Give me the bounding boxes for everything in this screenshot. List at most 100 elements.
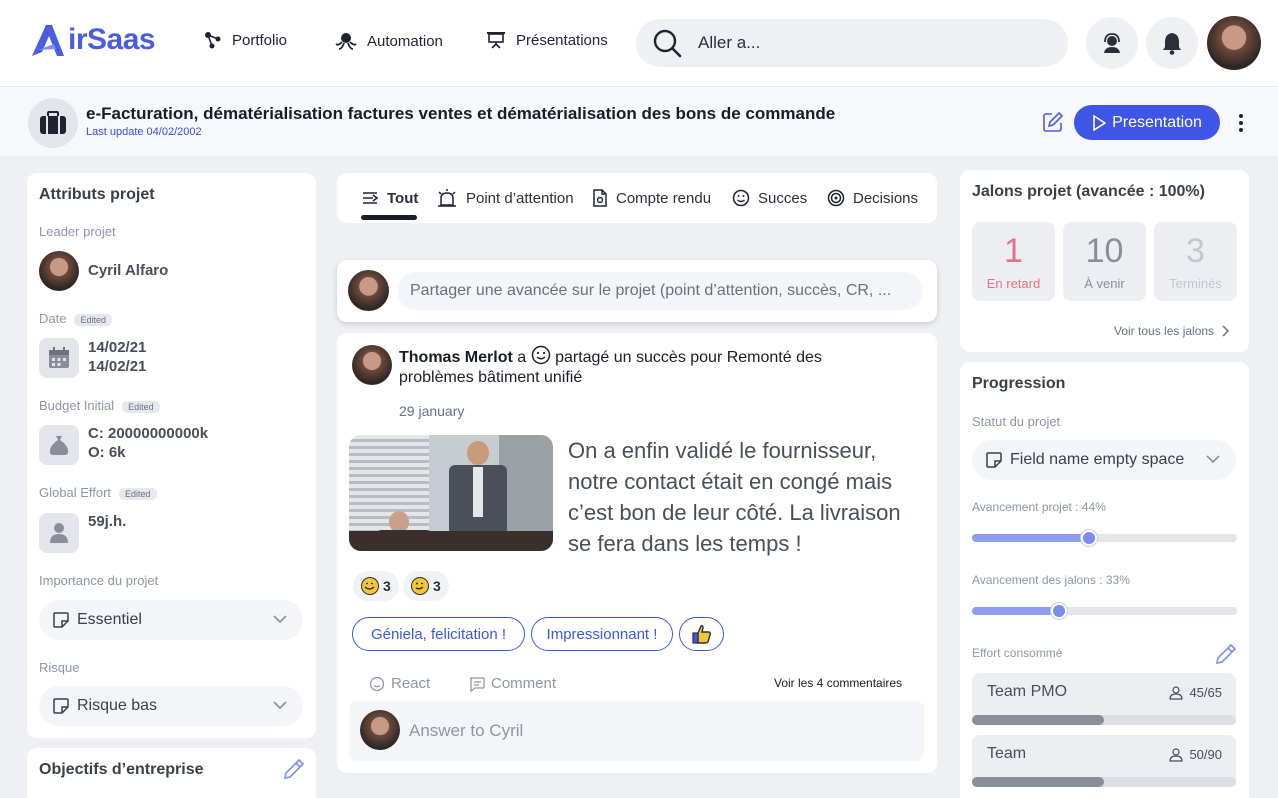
see-comments-link[interactable]: Voir les 4 commentaires: [774, 676, 902, 690]
tab-attention[interactable]: Point d’attention: [436, 173, 574, 223]
reaction-grin-count: 3: [383, 578, 391, 594]
search-bar[interactable]: [636, 19, 1068, 67]
milestones-done[interactable]: 3 Terminés: [1154, 222, 1237, 301]
logo-text: irSaas: [68, 23, 156, 56]
stack-icon: [363, 192, 379, 204]
effort-team-pmo-bar: [972, 715, 1236, 725]
project-advancement-handle[interactable]: [1081, 530, 1097, 546]
support-button[interactable]: [1086, 17, 1138, 69]
person-outline-icon: [1169, 747, 1184, 762]
budget-label: Budget Initial Edited: [39, 398, 160, 413]
project-header: e-Facturation, dématérialisation facture…: [0, 86, 1278, 156]
react-button[interactable]: React: [369, 675, 430, 692]
quick-reply-impressive[interactable]: Impressionnant !: [531, 617, 673, 651]
target-icon: [827, 189, 845, 207]
active-tab-indicator: [361, 215, 417, 220]
see-all-milestones-label: Voir tous les jalons: [1114, 324, 1215, 338]
play-icon: [1093, 114, 1107, 131]
project-status-select[interactable]: Field name empty space: [972, 440, 1236, 480]
milestone-advancement-label: Avancement des jalons : 33%: [972, 573, 1130, 587]
edit-objectives-button[interactable]: [284, 759, 304, 779]
leader-label: Leader projet: [39, 224, 116, 239]
nav-automation[interactable]: Automation: [335, 31, 443, 51]
tab-decisions-label: Decisions: [853, 189, 919, 207]
document-icon: [593, 189, 607, 207]
top-nav-bar: irSaas Portfolio Automation Présentation…: [0, 0, 1278, 86]
global-effort-value[interactable]: 59j.h.: [88, 512, 126, 531]
see-all-milestones-link[interactable]: Voir tous les jalons: [1114, 324, 1230, 338]
current-user-avatar: [348, 270, 389, 311]
budget-edited-badge: Edited: [122, 400, 160, 413]
post-header: Thomas Merlot a partagé un succès pour R…: [399, 345, 849, 388]
date-values[interactable]: 14/02/21 14/02/21: [88, 338, 146, 376]
quick-reply-thumbs-up[interactable]: [679, 617, 724, 651]
person-shirt: [473, 467, 483, 517]
done-label: Terminés: [1169, 276, 1222, 291]
importance-select[interactable]: Essentiel: [39, 600, 303, 640]
react-label: React: [391, 675, 431, 692]
objectives-title: Objectifs d’entreprise: [39, 761, 204, 778]
answer-box: Answer to Cyril: [349, 701, 924, 761]
date-edited-badge: Edited: [74, 313, 112, 326]
effort-team-pmo[interactable]: Team PMO 45/65: [972, 673, 1236, 725]
presentation-button[interactable]: Presentation: [1074, 105, 1220, 140]
milestone-advancement-slider[interactable]: [972, 603, 1237, 619]
leader-name[interactable]: Cyril Alfaro: [88, 261, 168, 280]
support-agent-icon: [1104, 33, 1120, 53]
milestone-advancement-handle[interactable]: [1051, 603, 1067, 619]
date-label: Date Edited: [39, 311, 112, 326]
effort-team-count-text: 50/90: [1189, 747, 1222, 762]
nav-portfolio[interactable]: Portfolio: [204, 31, 287, 49]
edit-effort-button[interactable]: [1216, 644, 1236, 664]
person-outline-icon: [1169, 685, 1184, 700]
search-input[interactable]: [698, 33, 1028, 53]
tab-all-label: Tout: [387, 189, 419, 207]
budget-o: O: 6k: [88, 444, 126, 461]
risk-select[interactable]: Risque bas: [39, 686, 303, 726]
global-effort-label-text: Global Effort: [39, 485, 112, 500]
post-author-name[interactable]: Thomas Merlot: [399, 349, 513, 366]
effort-team[interactable]: Team 50/90: [972, 735, 1236, 787]
airsaas-logo[interactable]: irSaas: [30, 22, 156, 58]
nav-portfolio-label: Portfolio: [232, 31, 288, 49]
budget-values[interactable]: C: 20000000000k O: 6k: [88, 424, 208, 462]
reaction-wink[interactable]: 3: [403, 571, 449, 601]
post-author-avatar: [352, 345, 392, 385]
project-advancement-slider[interactable]: [972, 530, 1237, 546]
presentation-board-icon: [487, 32, 505, 49]
user-avatar[interactable]: [1207, 16, 1261, 70]
answer-user-avatar: [360, 710, 400, 750]
comment-button[interactable]: Comment: [469, 675, 556, 692]
chevron-right-icon: [1222, 325, 1230, 337]
milestones-upcoming[interactable]: 10 À venir: [1063, 222, 1146, 301]
office-desk: [349, 531, 553, 551]
quick-reply-felicitation[interactable]: Géniela, felicitation !: [352, 617, 525, 651]
nav-presentations[interactable]: Présentations: [486, 31, 608, 49]
edit-project-button[interactable]: [1043, 112, 1063, 132]
leader-avatar: [39, 251, 79, 291]
answer-input[interactable]: Answer to Cyril: [409, 721, 523, 741]
project-status-value: Field name empty space: [1010, 451, 1185, 468]
tab-success-label: Succes: [758, 189, 808, 207]
milestones-late[interactable]: 1 En retard: [972, 222, 1055, 301]
emoji-face-icon: [364, 582, 375, 590]
project-advancement-fill: [972, 534, 1089, 542]
notifications-button[interactable]: [1146, 17, 1198, 69]
tab-all[interactable]: Tout: [361, 173, 418, 223]
project-advancement-label: Avancement projet : 44%: [972, 500, 1106, 514]
tab-report[interactable]: Compte rendu: [592, 173, 711, 223]
risk-value: Risque bas: [77, 697, 158, 714]
reaction-grin[interactable]: 3: [353, 571, 399, 601]
project-status-label: Statut du projet: [972, 414, 1061, 429]
tab-success[interactable]: Succes: [732, 173, 807, 223]
share-update-input[interactable]: Partager une avancée sur le projet (poin…: [397, 272, 923, 310]
emoji-face-icon: [415, 582, 424, 590]
post-image[interactable]: [349, 435, 553, 551]
effort-team-name: Team: [987, 745, 1027, 762]
progression-title: Progression: [972, 375, 1066, 392]
effort-team-fill: [972, 777, 1104, 787]
date-label-text: Date: [39, 311, 67, 326]
tab-decisions[interactable]: Decisions: [827, 173, 918, 223]
more-options-button[interactable]: [1238, 113, 1244, 133]
chevron-down-icon: [273, 615, 287, 624]
